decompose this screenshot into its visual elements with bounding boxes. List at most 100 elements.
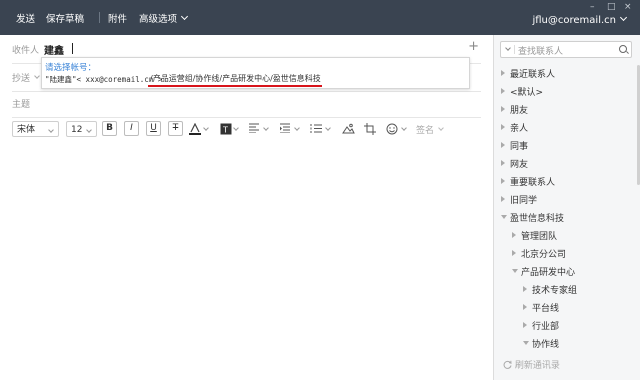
contact-group-item[interactable]: 最近联系人 [494,65,634,83]
screenshot-icon[interactable] [363,123,377,135]
suggestion-department-path[interactable]: /产品运营组/协作线/产品研发中心/盈世信息科技 [150,73,321,84]
chevron-down-icon [86,127,92,133]
contacts-sidebar: 查找联系人 最近联系人 <默认> 朋友亲人 同事网友重要联系人旧同学盈世信息科技 管理团… [493,35,640,380]
to-input[interactable]: 建鑫 [44,42,64,57]
refresh-contacts-button[interactable]: 刷新通讯录 [503,358,560,371]
contact-group-label: 网友 [510,160,529,170]
contact-group-item[interactable]: 协作线 [494,335,634,353]
expand-right-icon[interactable] [501,142,505,148]
expand-down-icon[interactable] [523,341,529,345]
align-icon[interactable] [247,123,261,135]
expand-right-icon[interactable] [512,250,516,256]
chevron-down-icon[interactable] [263,125,269,131]
list-icon[interactable] [309,123,323,135]
contact-group-item[interactable]: 重要联系人 [494,173,634,191]
contact-group-label: 管理团队 [521,232,558,242]
contact-group-label: 行业部 [532,322,560,332]
expand-right-icon[interactable] [501,196,505,202]
expand-right-icon[interactable] [501,106,505,112]
attachment-button[interactable]: 附件 [108,11,127,25]
advanced-options-button[interactable]: 高级选项 [139,11,189,25]
font-size-value: 12 [71,125,83,135]
contact-group-item[interactable]: 朋友 [494,101,634,119]
minimize-icon[interactable]: – [590,2,595,12]
contact-group-item[interactable]: 网友 [494,155,634,173]
contact-group-item[interactable]: 同事 [494,137,634,155]
contact-search-box[interactable]: 查找联系人 [500,41,632,58]
contact-group-item[interactable]: 北京分公司 [494,245,634,263]
search-input[interactable]: 查找联系人 [518,44,563,57]
close-icon[interactable]: × [624,2,632,12]
contact-group-item[interactable]: 盈世信息科技 [494,209,634,227]
contact-group-item[interactable]: 亲人 [494,119,634,137]
contact-group-label: 盈世信息科技 [510,214,565,224]
underline-button[interactable]: U [146,121,161,136]
contact-group-item[interactable]: 平台线 [494,299,634,317]
to-label: 收件人 [12,46,40,56]
chevron-down-icon[interactable] [294,125,300,131]
font-color-icon[interactable] [188,122,202,135]
chevron-down-icon[interactable] [203,125,209,131]
expand-right-icon[interactable] [512,232,516,238]
expand-down-icon[interactable] [512,269,518,273]
expand-right-icon[interactable] [501,88,505,94]
contact-group-item[interactable]: 行业部 [494,317,634,335]
indent-icon[interactable] [278,123,292,135]
svg-text:T: T [222,126,228,135]
contact-group-label: 朋友 [510,106,529,116]
contact-group-label: 协作线 [532,340,560,350]
chevron-down-icon [180,12,189,21]
expand-right-icon[interactable] [501,70,505,76]
chevron-down-icon[interactable] [401,125,407,131]
italic-button[interactable]: I [124,121,139,136]
editor-toolbar: 宋体 12 B I U T T 签名 [12,120,482,140]
refresh-icon [503,360,512,369]
save-draft-button[interactable]: 保存草稿 [46,11,84,25]
chevron-down-icon[interactable] [438,125,444,131]
expand-right-icon[interactable] [501,178,505,184]
background-color-icon[interactable]: T [219,123,233,135]
contact-group-label: <默认> [510,88,544,98]
account-email: jflu@coremail.cn [532,15,616,26]
bold-button[interactable]: B [102,121,117,136]
contact-group-item[interactable]: <默认> [494,83,634,101]
subject-field-row[interactable]: 主题 [12,89,481,118]
text-caret [72,43,73,54]
expand-down-icon[interactable] [501,215,507,219]
contact-group-item[interactable]: 旧同学 [494,191,634,209]
suggestion-contact-name[interactable]: "陆建鑫"< xxx@coremail.cn > [45,74,162,85]
send-button[interactable]: 发送 [16,11,35,25]
signature-button[interactable]: 签名 [416,123,434,136]
chevron-down-icon[interactable] [505,45,511,51]
search-divider [514,45,515,54]
contact-group-item[interactable]: 管理团队 [494,227,634,245]
contact-group-label: 产品研发中心 [521,268,576,278]
account-suggestion-popup[interactable]: 请选择帐号： "陆建鑫"< xxx@coremail.cn > /产品运营组/协… [41,57,470,89]
expand-right-icon[interactable] [523,286,527,292]
contact-group-label: 技术专家组 [532,286,578,296]
image-icon[interactable] [341,123,355,135]
font-size-select[interactable]: 12 [66,121,97,137]
font-family-value: 宋体 [17,125,36,135]
highlight-underline [148,85,322,87]
top-toolbar: 发送 保存草稿 附件 高级选项 – □ × jflu@coremail.cn [0,0,640,35]
expand-right-icon[interactable] [501,160,505,166]
refresh-contacts-label: 刷新通讯录 [514,361,560,371]
contact-group-label: 重要联系人 [510,178,556,188]
font-family-select[interactable]: 宋体 [12,121,59,137]
expand-right-icon[interactable] [523,304,527,310]
emoji-icon[interactable] [385,123,399,135]
chevron-down-icon[interactable] [233,125,239,131]
contact-group-item[interactable]: 技术专家组 [494,281,634,299]
account-menu[interactable]: jflu@coremail.cn [532,13,628,26]
chevron-down-icon [48,127,54,133]
search-icon[interactable] [619,45,627,53]
chevron-down-icon[interactable] [325,125,331,131]
add-recipient-icon[interactable]: + [468,39,479,54]
contact-group-item[interactable]: 产品研发中心 [494,263,634,281]
maximize-icon[interactable]: □ [607,2,616,12]
cc-label: 抄送 [12,71,40,84]
expand-right-icon[interactable] [523,322,527,328]
strikethrough-button[interactable]: T [168,121,183,136]
expand-right-icon[interactable] [501,124,505,130]
